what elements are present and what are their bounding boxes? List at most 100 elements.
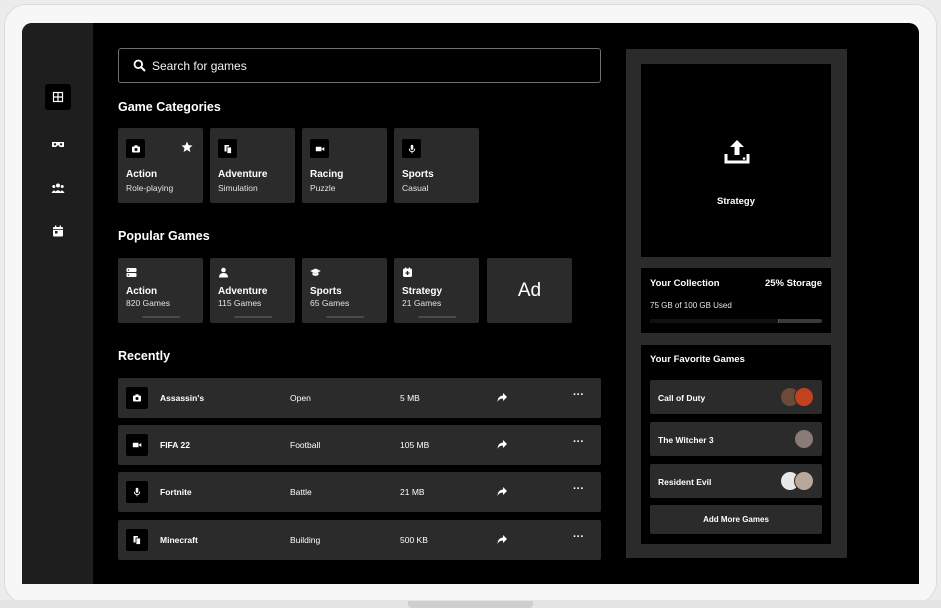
categories-heading: Game Categories	[118, 100, 221, 114]
category-name: Racing	[310, 169, 344, 180]
upload-label: Strategy	[716, 196, 755, 207]
nav-community-button[interactable]	[45, 175, 71, 201]
upload-dropzone[interactable]: Strategy	[641, 64, 831, 257]
row-icon-box	[126, 481, 148, 503]
favorite-name: Call of Duty	[658, 393, 706, 403]
row-game-name: Fortnite	[160, 487, 192, 497]
avatar	[794, 429, 814, 449]
grid-icon	[52, 91, 64, 103]
more-options-button[interactable]: ···	[573, 437, 584, 448]
row-size: 5 MB	[400, 393, 420, 403]
favorite-item-call-of-duty[interactable]: Call of Duty	[650, 380, 822, 414]
category-name: Adventure	[218, 169, 268, 180]
nav-calendar-button[interactable]	[45, 218, 71, 244]
nav-vr-button[interactable]	[45, 132, 71, 158]
popular-heading: Popular Games	[118, 229, 210, 243]
category-card-adventure[interactable]: Adventure Simulation	[210, 128, 295, 203]
device-notch	[408, 601, 533, 608]
main-content: Game Categories Action Role-playing Adve…	[118, 23, 602, 584]
popular-name: Adventure	[218, 286, 268, 297]
search-input[interactable]	[152, 58, 572, 73]
plus-square-icon	[403, 267, 412, 277]
ad-placeholder[interactable]: Ad	[487, 258, 572, 323]
camera-icon	[131, 144, 140, 152]
camera-icon	[133, 394, 141, 402]
share-icon[interactable]	[496, 438, 508, 450]
server-icon	[126, 268, 137, 277]
popular-card-bar	[234, 316, 272, 318]
user-icon	[219, 267, 228, 278]
collection-title: Your Collection	[650, 278, 720, 289]
favorite-item-witcher[interactable]: The Witcher 3	[650, 422, 822, 456]
sidebar	[22, 23, 93, 584]
vr-headset-icon	[52, 142, 64, 147]
microphone-icon	[133, 487, 141, 497]
row-icon-box	[126, 529, 148, 551]
category-card-racing[interactable]: Racing Puzzle	[302, 128, 387, 203]
popular-name: Action	[126, 286, 158, 297]
search-box[interactable]	[118, 48, 601, 83]
recent-row-fifa[interactable]: FIFA 22 Football 105 MB ···	[118, 425, 601, 465]
upload-icon	[724, 140, 750, 164]
row-size: 500 KB	[400, 535, 428, 545]
storage-usage-text: 75 GB of 100 GB Used	[650, 301, 732, 310]
right-panel: Strategy Your Collection 25% Storage 75 …	[626, 49, 847, 558]
star-icon[interactable]	[181, 141, 193, 153]
popular-card-adventure[interactable]: Adventure 115 Games	[210, 258, 295, 323]
avatar	[794, 387, 814, 407]
row-genre: Building	[290, 535, 321, 545]
favorites-card: Your Favorite Games Call of Duty The Wit…	[641, 345, 831, 544]
users-icon	[51, 183, 65, 193]
app-screen: Game Categories Action Role-playing Adve…	[22, 23, 919, 584]
row-size: 21 MB	[400, 487, 425, 497]
popular-card-sports[interactable]: Sports 65 Games	[302, 258, 387, 323]
favorite-item-resident-evil[interactable]: Resident Evil	[650, 464, 822, 498]
favorite-name: The Witcher 3	[658, 435, 714, 445]
category-card-action[interactable]: Action Role-playing	[118, 128, 203, 203]
add-more-games-button[interactable]: Add More Games	[650, 505, 822, 534]
share-icon[interactable]	[496, 391, 508, 403]
recent-row-fortnite[interactable]: Fortnite Battle 21 MB ···	[118, 472, 601, 512]
category-subtitle: Role-playing	[126, 183, 174, 193]
storage-progress-bar	[650, 319, 822, 323]
popular-count: 21 Games	[402, 298, 442, 308]
row-icon-box	[126, 387, 148, 409]
more-options-button[interactable]: ···	[573, 390, 584, 401]
row-game-name: Minecraft	[160, 535, 198, 545]
more-options-button[interactable]: ···	[573, 484, 584, 495]
popular-card-bar	[418, 316, 456, 318]
category-icon-box	[310, 139, 329, 158]
copy-icon	[224, 144, 232, 154]
row-icon-box	[126, 434, 148, 456]
search-icon	[133, 59, 146, 72]
calendar-icon	[53, 225, 63, 237]
popular-card-strategy[interactable]: Strategy 21 Games	[394, 258, 479, 323]
category-name: Action	[126, 169, 158, 180]
video-icon	[132, 442, 142, 448]
avatar	[794, 471, 814, 491]
more-options-button[interactable]: ···	[573, 532, 584, 543]
copy-icon	[133, 536, 141, 545]
category-card-sports[interactable]: Sports Casual	[394, 128, 479, 203]
recent-row-assassins[interactable]: Assassin's Open 5 MB ···	[118, 378, 601, 418]
category-icon-box	[126, 139, 145, 158]
recently-heading: Recently	[118, 349, 171, 363]
nav-dashboard-button[interactable]	[45, 84, 71, 110]
popular-count: 820 Games	[126, 298, 170, 308]
collection-card: Your Collection 25% Storage 75 GB of 100…	[641, 268, 831, 333]
favorites-title: Your Favorite Games	[650, 354, 745, 365]
popular-card-bar	[142, 316, 180, 318]
microphone-icon	[408, 144, 415, 153]
row-game-name: Assassin's	[160, 393, 205, 403]
share-icon[interactable]	[496, 533, 508, 545]
share-icon[interactable]	[496, 485, 508, 497]
popular-card-action[interactable]: Action 820 Games	[118, 258, 203, 323]
row-genre: Open	[290, 393, 311, 403]
popular-count: 115 Games	[218, 298, 262, 308]
graduation-cap-icon	[310, 268, 321, 276]
category-subtitle: Casual	[402, 183, 429, 193]
recent-row-minecraft[interactable]: Minecraft Building 500 KB ···	[118, 520, 601, 560]
row-genre: Battle	[290, 487, 312, 497]
popular-name: Strategy	[402, 286, 443, 297]
popular-count: 65 Games	[310, 298, 350, 308]
